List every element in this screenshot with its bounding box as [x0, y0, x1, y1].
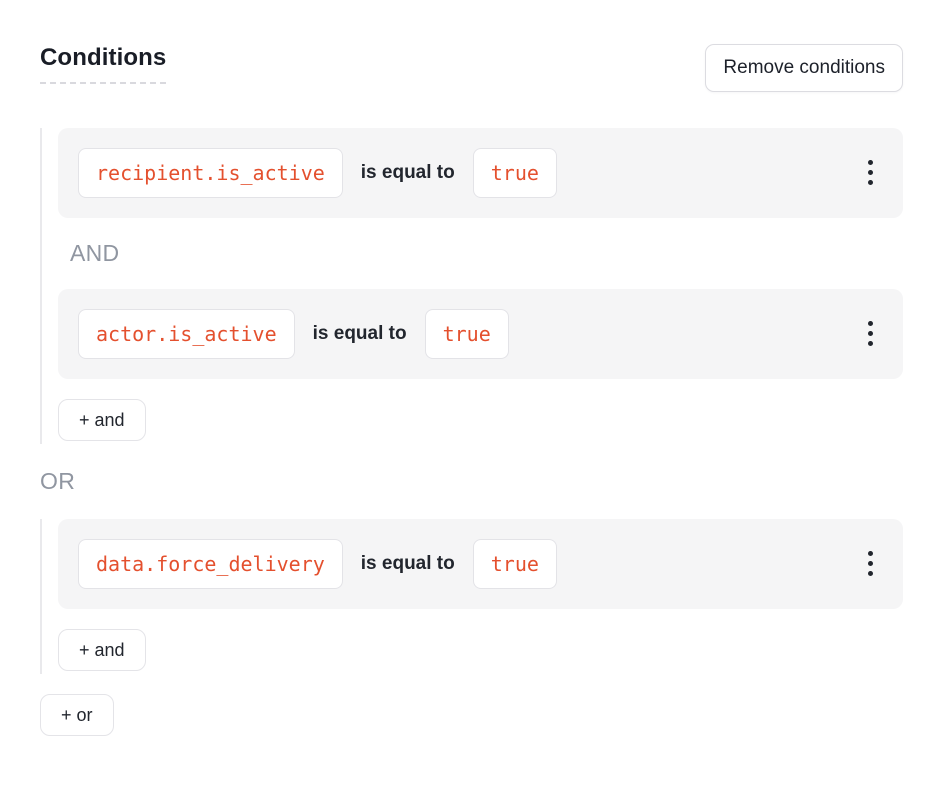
- kebab-dot: [868, 160, 873, 165]
- kebab-dot: [868, 170, 873, 175]
- condition-field-chip[interactable]: recipient.is_active: [78, 148, 343, 198]
- condition-operator[interactable]: is equal to: [361, 162, 455, 184]
- condition-operator[interactable]: is equal to: [361, 553, 455, 575]
- add-or-button[interactable]: + or: [40, 694, 114, 736]
- kebab-vertical-icon[interactable]: [858, 313, 883, 354]
- kebab-dot: [868, 341, 873, 346]
- add-and-button[interactable]: + and: [58, 399, 146, 441]
- kebab-dot: [868, 331, 873, 336]
- kebab-dot: [868, 571, 873, 576]
- condition-group-1: recipient.is_active is equal to true AND…: [40, 128, 903, 444]
- condition-value-chip[interactable]: true: [473, 148, 557, 198]
- kebab-dot: [868, 561, 873, 566]
- and-joiner-label: AND: [70, 240, 903, 267]
- kebab-vertical-icon[interactable]: [858, 543, 883, 584]
- condition-value-chip[interactable]: true: [473, 539, 557, 589]
- kebab-dot: [868, 180, 873, 185]
- kebab-vertical-icon[interactable]: [858, 152, 883, 193]
- condition-operator[interactable]: is equal to: [313, 323, 407, 345]
- conditions-header: Conditions Remove conditions: [40, 44, 903, 92]
- add-and-button[interactable]: + and: [58, 629, 146, 671]
- page-title: Conditions: [40, 44, 166, 84]
- condition-field-chip[interactable]: actor.is_active: [78, 309, 295, 359]
- conditions-panel: Conditions Remove conditions recipient.i…: [0, 0, 946, 792]
- condition-group-2: data.force_delivery is equal to true + a…: [40, 519, 903, 674]
- kebab-dot: [868, 551, 873, 556]
- condition-row: recipient.is_active is equal to true: [58, 128, 903, 218]
- or-joiner-label: OR: [40, 468, 903, 495]
- condition-row: data.force_delivery is equal to true: [58, 519, 903, 609]
- remove-conditions-button[interactable]: Remove conditions: [705, 44, 903, 92]
- condition-field-chip[interactable]: data.force_delivery: [78, 539, 343, 589]
- condition-value-chip[interactable]: true: [425, 309, 509, 359]
- condition-row: actor.is_active is equal to true: [58, 289, 903, 379]
- kebab-dot: [868, 321, 873, 326]
